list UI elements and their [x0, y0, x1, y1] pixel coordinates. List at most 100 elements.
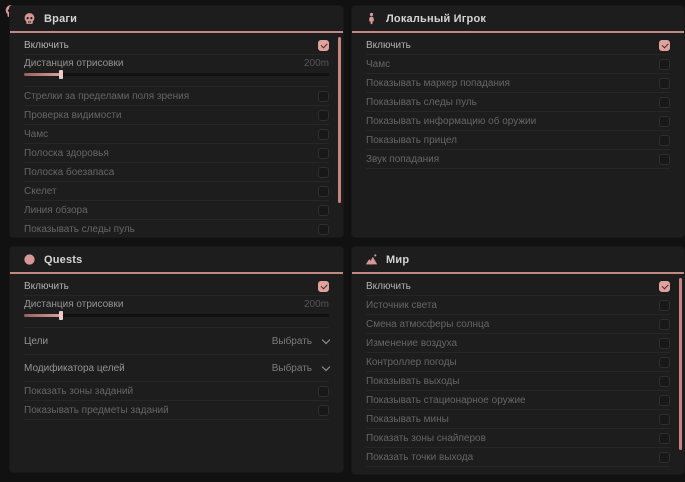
- setting-label: Полоска здоровья: [24, 148, 109, 159]
- person-icon: [365, 12, 378, 25]
- panel-world-header: Мир: [352, 247, 684, 274]
- slider-thumb[interactable]: [59, 70, 63, 79]
- checkbox[interactable]: [659, 40, 670, 51]
- setting-row: Показать зоны заданий: [24, 382, 329, 401]
- setting-label: Полоска боезапаса: [24, 167, 114, 178]
- checkbox[interactable]: [318, 205, 329, 216]
- setting-label: Показывать следы пуль: [366, 97, 477, 108]
- checkbox[interactable]: [659, 300, 670, 311]
- setting-row: Показать точки выхода: [366, 448, 670, 467]
- checkbox[interactable]: [659, 281, 670, 292]
- setting-row: Включить: [24, 36, 329, 55]
- setting-row: Источник света: [366, 296, 670, 315]
- setting-row: Скелет: [24, 182, 329, 201]
- setting-row: Показывать выходы: [366, 372, 670, 391]
- panel-title: Локальный Игрок: [386, 13, 486, 25]
- setting-label: Включить: [366, 40, 411, 51]
- checkbox[interactable]: [318, 148, 329, 159]
- setting-label: Цели: [24, 336, 48, 347]
- panel-world-rows: Включить Источник света Смена атмосферы со…: [352, 276, 684, 474]
- checkbox[interactable]: [659, 357, 670, 368]
- setting-row: Смена атмосферы солнца: [366, 315, 670, 334]
- checkbox[interactable]: [659, 154, 670, 165]
- checkbox[interactable]: [659, 433, 670, 444]
- slider-value: 200m: [304, 299, 329, 310]
- panel-world: Мир Включить Источник света Смена атмосфер…: [352, 247, 684, 474]
- setting-row: Модификатора целейВыбрать: [24, 355, 329, 382]
- circle-icon: [23, 253, 36, 266]
- checkbox[interactable]: [659, 452, 670, 463]
- setting-label: Смена атмосферы солнца: [366, 319, 489, 330]
- checkbox[interactable]: [318, 224, 329, 235]
- setting-row: Показывать стационарное оружие: [366, 391, 670, 410]
- scrollbar-thumb[interactable]: [679, 278, 682, 450]
- panel-enemies: Враги Включить Дистанция отрисовки 200m Стр…: [10, 6, 343, 237]
- dropdown[interactable]: Выбрать: [272, 363, 329, 374]
- setting-label: Изменение воздуха: [366, 338, 457, 349]
- checkbox[interactable]: [659, 414, 670, 425]
- setting-label: Контроллер погоды: [366, 357, 457, 368]
- setting-row: Проверка видимости: [24, 106, 329, 125]
- checkbox[interactable]: [318, 186, 329, 197]
- setting-label: Чамс: [366, 59, 390, 70]
- setting-label: Показывать предметы заданий: [24, 405, 169, 416]
- checkbox[interactable]: [318, 129, 329, 140]
- checkbox[interactable]: [659, 78, 670, 89]
- checkbox[interactable]: [659, 59, 670, 70]
- panel-enemies-header: Враги: [10, 6, 343, 33]
- setting-row: Включить: [366, 36, 670, 55]
- checkbox[interactable]: [318, 167, 329, 178]
- checkbox[interactable]: [318, 110, 329, 121]
- setting-row: Стрелки за пределами поля зрения: [24, 87, 329, 106]
- checkbox[interactable]: [659, 338, 670, 349]
- checkbox[interactable]: [659, 135, 670, 146]
- panel-local-player: Локальный Игрок Включить Чамс Показывать м…: [352, 6, 684, 237]
- checkbox[interactable]: [659, 376, 670, 387]
- setting-label: Включить: [24, 281, 69, 292]
- setting-row: Показать зоны снайперов: [366, 429, 670, 448]
- panel-quests-header: Quests: [10, 247, 343, 274]
- skull-icon: [23, 12, 36, 25]
- checkbox[interactable]: [659, 116, 670, 127]
- checkbox[interactable]: [318, 405, 329, 416]
- slider-track[interactable]: [24, 314, 329, 317]
- checkbox[interactable]: [659, 395, 670, 406]
- setting-label: Включить: [366, 281, 411, 292]
- setting-label: Чамс: [24, 129, 48, 140]
- checkbox[interactable]: [659, 319, 670, 330]
- setting-label: Показывать следы пуль: [24, 224, 135, 235]
- scrollbar-thumb[interactable]: [338, 37, 341, 203]
- setting-row: Показывать мины: [366, 410, 670, 429]
- setting-row: Показывать следы пуль: [366, 93, 670, 112]
- setting-label: Дистанция отрисовки: [24, 299, 123, 310]
- dropdown-value: Выбрать: [272, 336, 312, 347]
- setting-label: Показывать прицел: [366, 135, 457, 146]
- setting-label: Включить: [24, 40, 69, 51]
- setting-label: Показывать выходы: [366, 376, 459, 387]
- slider-track[interactable]: [24, 73, 329, 76]
- setting-label: Звук попадания: [366, 154, 439, 165]
- setting-row: Полоска здоровья: [24, 144, 329, 163]
- slider-value: 200m: [304, 58, 329, 69]
- checkbox[interactable]: [318, 386, 329, 397]
- setting-row: Показывать следы пуль: [24, 220, 329, 237]
- slider-thumb[interactable]: [59, 311, 63, 320]
- setting-label: Источник света: [366, 300, 437, 311]
- setting-row: Изменение воздуха: [366, 334, 670, 353]
- dropdown[interactable]: Выбрать: [272, 336, 329, 347]
- setting-label: Показывать маркер попадания: [366, 78, 510, 89]
- setting-label: Дистанция отрисовки: [24, 58, 123, 69]
- setting-label: Стрелки за пределами поля зрения: [24, 91, 189, 102]
- checkbox[interactable]: [318, 281, 329, 292]
- slider-fill: [24, 73, 61, 76]
- setting-row: Показывать прицел: [366, 131, 670, 150]
- panel-enemies-rows: Включить Дистанция отрисовки 200m Стрелки з…: [10, 35, 343, 237]
- setting-label: Показывать мины: [366, 414, 449, 425]
- checkbox[interactable]: [659, 97, 670, 108]
- checkbox[interactable]: [318, 91, 329, 102]
- panel-quests-rows: Включить Дистанция отрисовки 200m Цели Выбра…: [10, 276, 343, 472]
- panel-title: Мир: [386, 254, 409, 266]
- setting-row: Дистанция отрисовки 200m: [24, 296, 329, 328]
- checkbox[interactable]: [318, 40, 329, 51]
- setting-label: Скелет: [24, 186, 57, 197]
